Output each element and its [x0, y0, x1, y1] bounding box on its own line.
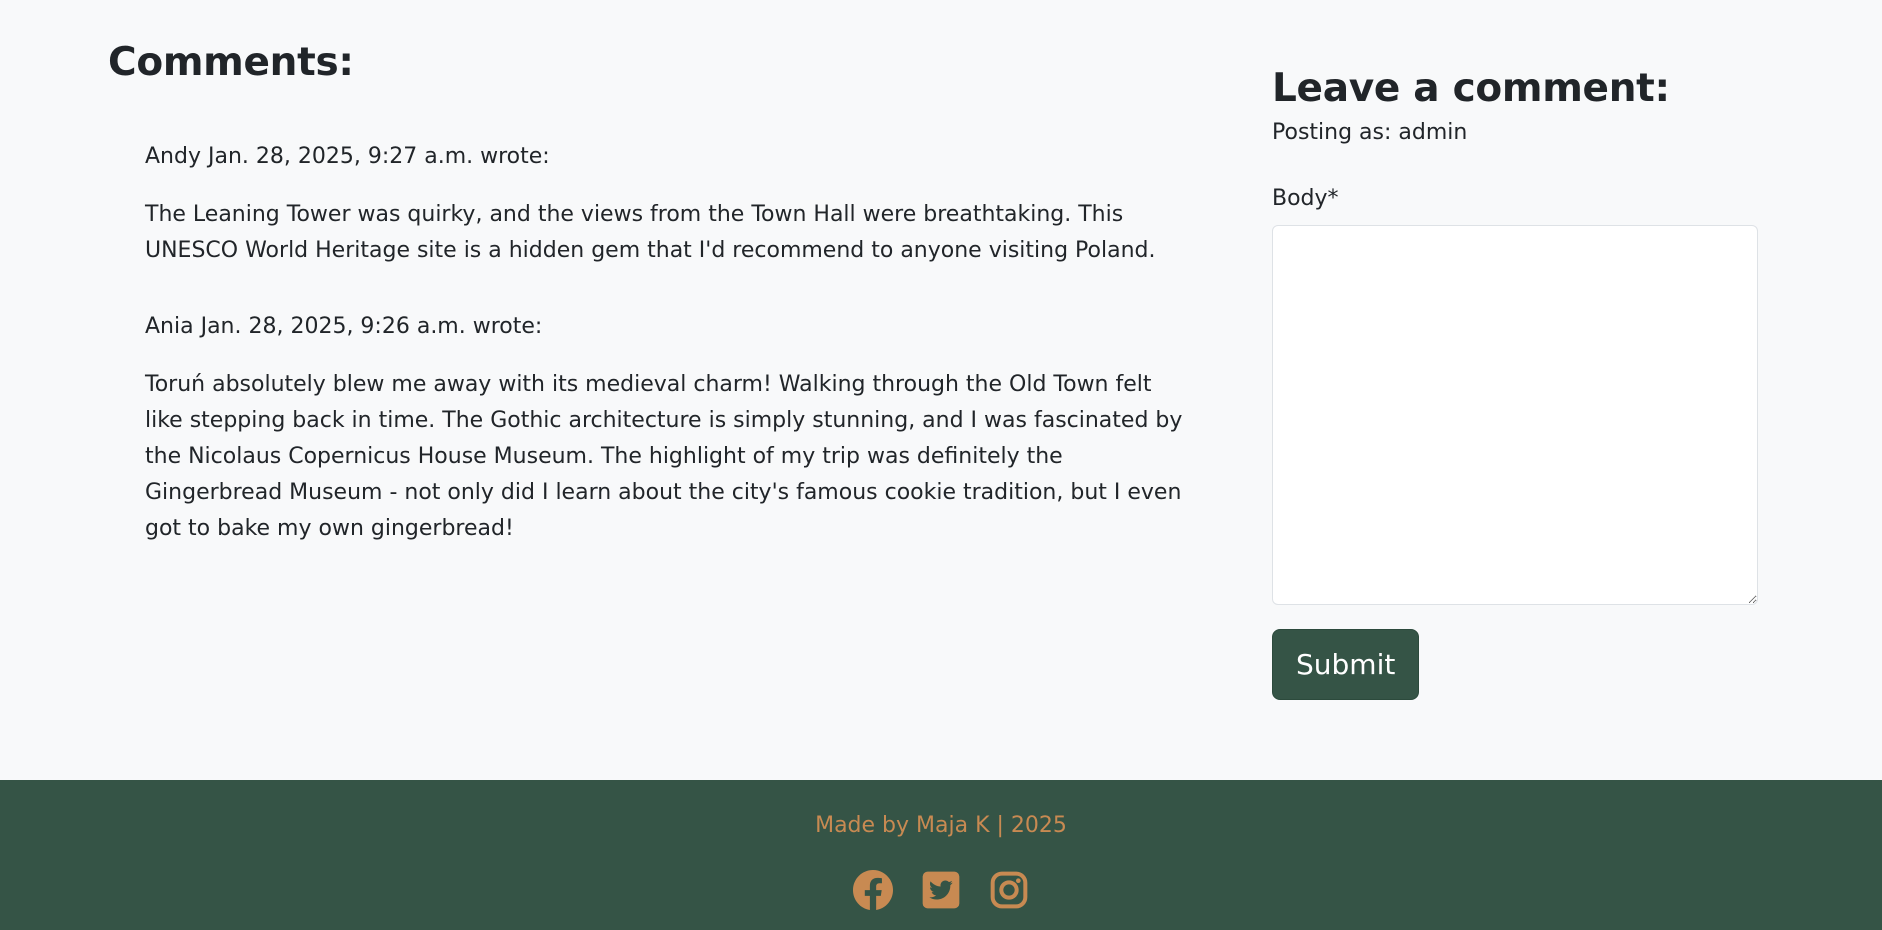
comment-body-textarea[interactable] [1272, 224, 1758, 605]
footer: Made by Maja K | 2025 [0, 780, 1882, 930]
main-content: Comments: Andy Jan. 28, 2025, 9:27 a.m. … [0, 0, 1882, 780]
twitter-icon[interactable] [921, 870, 961, 910]
comment-form-section: Leave a comment: Posting as: admin Body*… [1272, 66, 1759, 700]
instagram-icon[interactable] [989, 870, 1029, 910]
comments-section: Comments: Andy Jan. 28, 2025, 9:27 a.m. … [108, 40, 1198, 587]
comment-list: Andy Jan. 28, 2025, 9:27 a.m. wrote: The… [108, 139, 1198, 547]
comment-meta: Andy Jan. 28, 2025, 9:27 a.m. wrote: [145, 143, 550, 169]
comment-item: Ania Jan. 28, 2025, 9:26 a.m. wrote: Tor… [145, 309, 1198, 547]
comment-form: Body* Submit [1272, 181, 1759, 700]
posting-as-text: Posting as: admin [1272, 119, 1468, 145]
social-links [0, 870, 1882, 910]
comment-body: The Leaning Tower was quirky, and the vi… [145, 201, 1156, 263]
facebook-icon[interactable] [853, 870, 893, 910]
comment-form-title: Leave a comment: [1272, 66, 1670, 111]
comment-meta: Ania Jan. 28, 2025, 9:26 a.m. wrote: [145, 313, 543, 339]
body-label: Body* [1272, 185, 1339, 211]
comment-body: Toruń absolutely blew me away with its m… [145, 371, 1183, 541]
comments-title: Comments: [108, 40, 354, 85]
comment-item: Andy Jan. 28, 2025, 9:27 a.m. wrote: The… [145, 139, 1198, 269]
submit-button[interactable]: Submit [1272, 628, 1420, 700]
footer-text: Made by Maja K | 2025 [815, 813, 1067, 838]
